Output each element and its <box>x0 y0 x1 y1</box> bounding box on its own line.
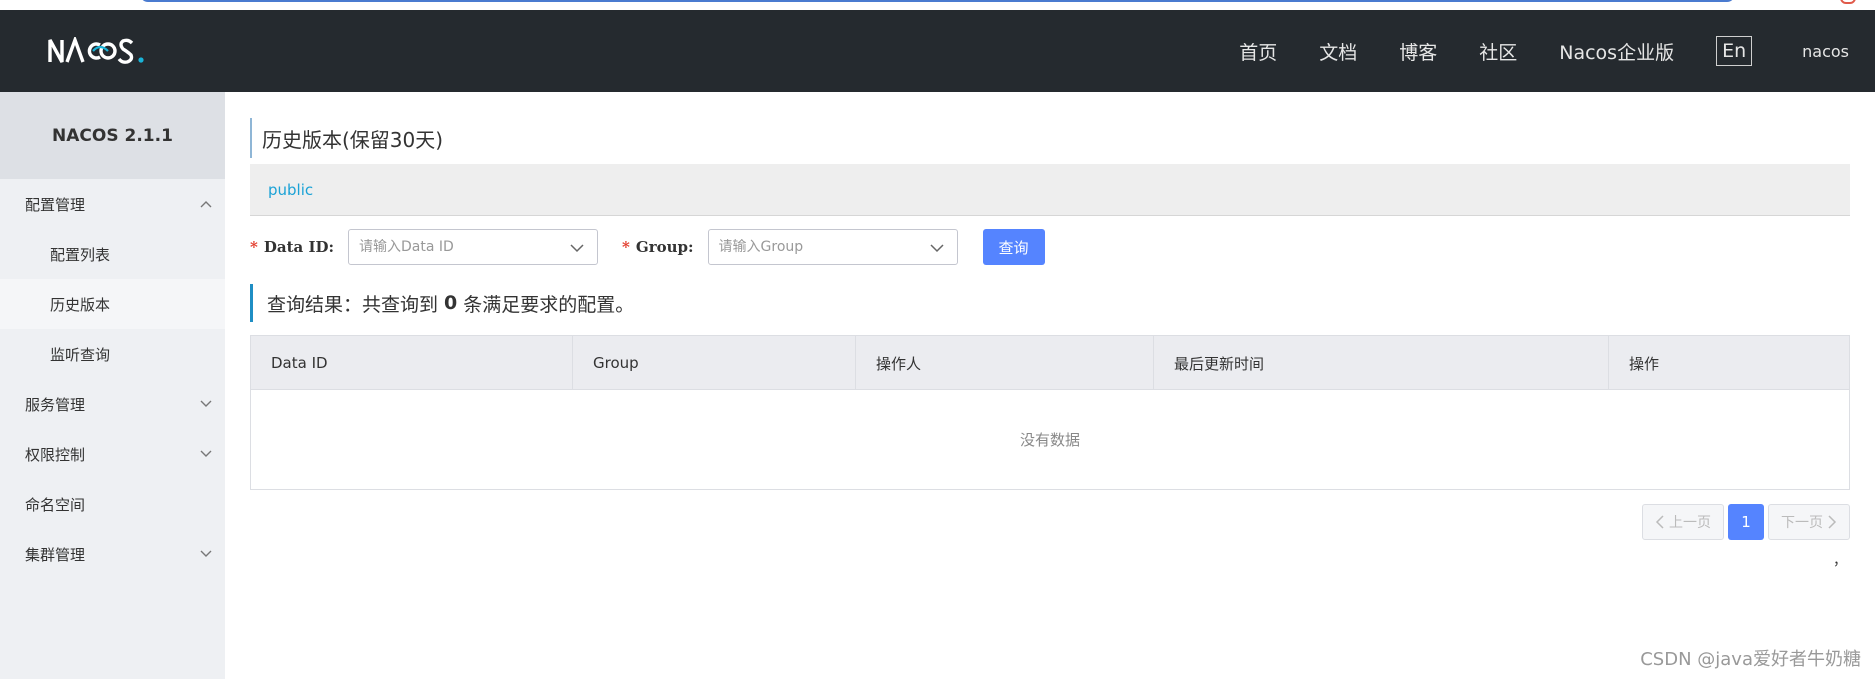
group-select[interactable] <box>707 229 958 265</box>
nacos-logo-icon <box>48 37 144 64</box>
data-id-label: * Data ID: <box>250 238 334 256</box>
next-page-label: 下一页 <box>1781 515 1823 531</box>
pagination: 上一页 1 下一页 <box>1642 504 1850 540</box>
column-header-last-updated: 最后更新时间 <box>1154 336 1609 390</box>
page-title: 历史版本(保留30天) <box>250 118 443 158</box>
sidebar-item-cluster-management[interactable]: 集群管理 <box>0 529 225 579</box>
chevron-down-icon <box>199 397 213 411</box>
browser-close-edge <box>1840 0 1856 4</box>
sidebar-item-access-control[interactable]: 权限控制 <box>0 429 225 479</box>
page-number-current[interactable]: 1 <box>1728 504 1764 540</box>
nav-blog[interactable]: 博客 <box>1399 38 1437 65</box>
app-root: 首页 文档 博客 社区 Nacos企业版 En nacos NACOS 2.1.… <box>0 0 1875 679</box>
chevron-down-icon[interactable] <box>569 240 585 259</box>
sidebar-item-label: 命名空间 <box>25 495 86 514</box>
group-input[interactable] <box>718 239 919 255</box>
sidebar-item-service-management[interactable]: 服务管理 <box>0 379 225 429</box>
group-label-text: Group: <box>635 238 694 256</box>
group-label: * Group: <box>622 238 694 256</box>
browser-edge <box>0 0 1875 10</box>
empty-state: 没有数据 <box>1019 431 1080 449</box>
required-mark: * <box>250 238 258 256</box>
column-header-operator: 操作人 <box>856 336 1154 390</box>
next-page-button[interactable]: 下一页 <box>1768 504 1850 540</box>
sidebar-item-config-list[interactable]: 配置列表 <box>0 229 225 279</box>
sidebar-item-label: 监听查询 <box>50 345 111 364</box>
chevron-up-icon <box>199 197 213 211</box>
nav-home[interactable]: 首页 <box>1239 38 1277 65</box>
chevron-left-icon <box>1655 515 1664 529</box>
main-content: 历史版本(保留30天) public * Data ID: * Group: 查询 <box>225 92 1875 679</box>
watermark: CSDN @java爱好者牛奶糖 <box>1640 649 1861 670</box>
column-header-data-id: Data ID <box>251 336 573 390</box>
required-mark: * <box>622 238 630 256</box>
nav-enterprise[interactable]: Nacos企业版 <box>1559 38 1674 65</box>
query-button[interactable]: 查询 <box>982 229 1045 265</box>
language-toggle-button[interactable]: En <box>1716 36 1753 66</box>
user-name[interactable]: nacos <box>1802 42 1849 61</box>
nacos-logo[interactable] <box>48 32 150 70</box>
nav-community[interactable]: 社区 <box>1479 38 1517 65</box>
browser-address-bar-edge <box>140 0 1735 2</box>
sidebar-item-namespace[interactable]: 命名空间 <box>0 479 225 529</box>
prev-page-button[interactable]: 上一页 <box>1642 504 1724 540</box>
nav-docs[interactable]: 文档 <box>1319 38 1357 65</box>
sidebar-item-label: 权限控制 <box>25 445 86 464</box>
stray-mark: ， <box>1833 553 1847 569</box>
search-form: * Data ID: * Group: 查询 <box>250 229 1045 265</box>
result-summary: 查询结果：共查询到 0 条满足要求的配置。 <box>250 284 634 322</box>
result-suffix: 条满足要求的配置。 <box>463 293 635 316</box>
table-header: Data ID Group 操作人 最后更新时间 操作 <box>251 336 1849 390</box>
sidebar-item-label: 服务管理 <box>25 395 86 414</box>
sidebar: NACOS 2.1.1 配置管理 配置列表 历史版本 监听查询 服务管理 权限控… <box>0 92 225 679</box>
version-label: NACOS 2.1.1 <box>0 92 225 179</box>
chevron-down-icon[interactable] <box>929 240 945 259</box>
sidebar-item-label: 集群管理 <box>25 545 86 564</box>
sidebar-item-config-management[interactable]: 配置管理 <box>0 179 225 229</box>
namespace-bar: public <box>250 164 1850 216</box>
result-count: 0 <box>444 292 458 314</box>
sidebar-item-listen-query[interactable]: 监听查询 <box>0 329 225 379</box>
sidebar-item-history[interactable]: 历史版本 <box>0 279 225 329</box>
data-id-label-text: Data ID: <box>263 238 335 256</box>
column-header-group: Group <box>573 336 856 390</box>
result-prefix: 查询结果：共查询到 <box>267 293 439 316</box>
prev-page-label: 上一页 <box>1669 515 1711 531</box>
sidebar-item-label: 配置列表 <box>50 245 111 264</box>
top-nav: 首页 文档 博客 社区 Nacos企业版 En nacos <box>1239 10 1875 92</box>
history-table: Data ID Group 操作人 最后更新时间 操作 没有数据 <box>250 335 1850 490</box>
data-id-input[interactable] <box>359 239 560 255</box>
data-id-select[interactable] <box>348 229 599 265</box>
top-header: 首页 文档 博客 社区 Nacos企业版 En nacos <box>0 10 1875 92</box>
column-header-actions: 操作 <box>1629 354 1660 373</box>
chevron-down-icon <box>199 547 213 561</box>
sidebar-item-label: 配置管理 <box>25 195 86 214</box>
chevron-down-icon <box>199 447 213 461</box>
namespace-link-public[interactable]: public <box>268 181 313 199</box>
sidebar-item-label: 历史版本 <box>50 295 111 314</box>
chevron-right-icon <box>1828 515 1837 529</box>
